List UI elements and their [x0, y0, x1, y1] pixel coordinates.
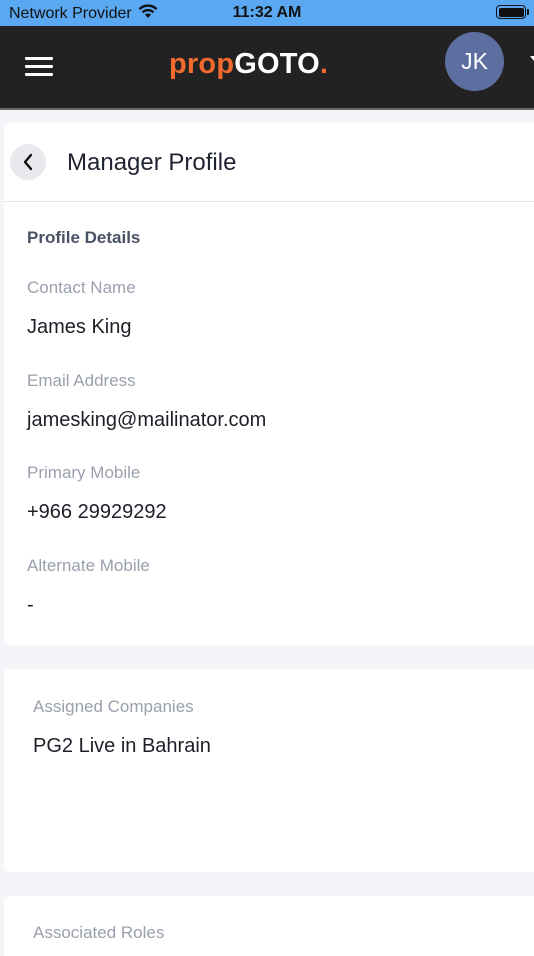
primary-mobile-label: Primary Mobile — [27, 463, 141, 482]
contact-name-value: James King — [27, 316, 132, 338]
app-header: propGOTO. JK — [0, 26, 534, 110]
assigned-companies-label: Assigned Companies — [33, 697, 194, 716]
email-label: Email Address — [27, 371, 136, 390]
profile-details-card: Profile Details Contact Name James King … — [4, 202, 534, 645]
logo-dot: . — [319, 48, 329, 80]
caret-down-icon[interactable] — [530, 56, 534, 61]
alternate-mobile-label: Alternate Mobile — [27, 556, 150, 575]
assigned-company-value: PG2 Live in Bahrain — [33, 735, 211, 757]
page-title-bar: Manager Profile — [4, 123, 534, 202]
contact-name-label: Contact Name — [27, 278, 136, 297]
assigned-companies-card: Assigned Companies PG2 Live in Bahrain — [4, 669, 534, 872]
status-bar: Network Provider 11:32 AM — [0, 0, 534, 26]
profile-details-heading: Profile Details — [27, 228, 141, 247]
propgoto-logo[interactable]: propGOTO. — [169, 48, 328, 81]
primary-mobile-value: +966 29929292 — [27, 501, 167, 523]
chevron-left-icon — [23, 153, 33, 171]
hamburger-menu-icon[interactable] — [25, 57, 53, 77]
avatar-initials: JK — [461, 48, 488, 74]
logo-goto-text: GOTO — [234, 48, 320, 80]
logo-prop-text: prop — [169, 48, 235, 80]
associated-roles-card: Associated Roles — [4, 896, 534, 956]
email-value: jamesking@mailinator.com — [27, 409, 267, 431]
battery-icon — [496, 5, 529, 19]
alternate-mobile-value: - — [27, 594, 34, 616]
page-title: Manager Profile — [67, 149, 237, 176]
associated-roles-label: Associated Roles — [33, 923, 165, 942]
back-button[interactable] — [10, 144, 46, 180]
user-avatar[interactable]: JK — [445, 32, 504, 91]
status-time: 11:32 AM — [232, 4, 302, 21]
